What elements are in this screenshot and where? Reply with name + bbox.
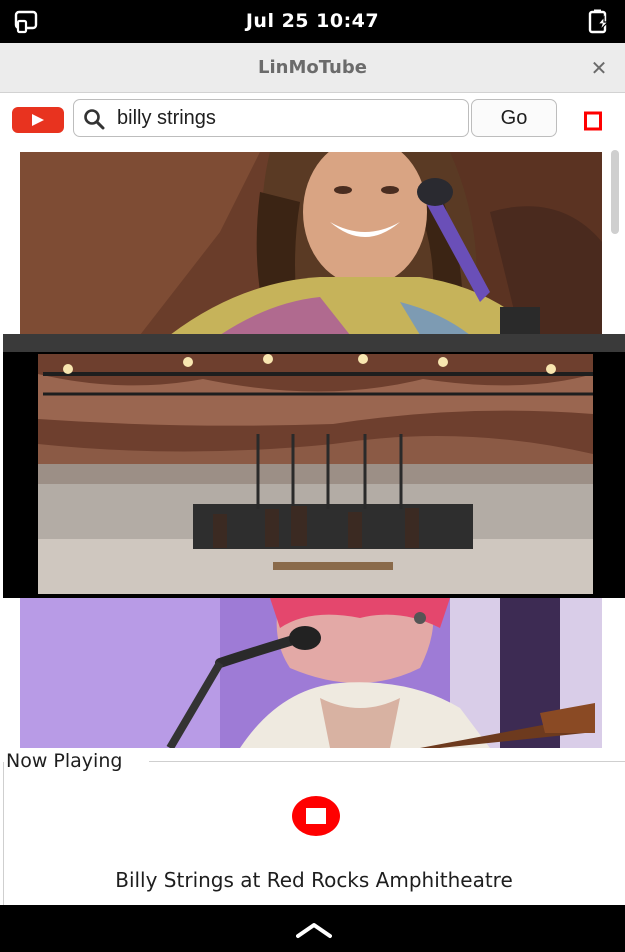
now-playing-label: Now Playing xyxy=(6,750,126,772)
chevron-up-icon[interactable] xyxy=(296,921,332,939)
video-thumbnail[interactable] xyxy=(3,334,625,598)
search-value: billy strings xyxy=(117,107,216,129)
now-playing-title: Billy Strings at Red Rocks Amphitheatre xyxy=(115,868,513,892)
video-thumbnail[interactable] xyxy=(20,152,602,335)
now-playing-divider xyxy=(149,761,625,762)
thumbnail-image xyxy=(3,334,625,598)
results-list xyxy=(0,148,625,748)
thumbnail-image xyxy=(20,152,602,335)
close-icon: ✕ xyxy=(590,56,608,80)
status-bar: Jul 25 10:47 xyxy=(0,0,625,43)
stop-icon[interactable] xyxy=(584,110,602,132)
search-toolbar: billy strings Go xyxy=(0,94,625,146)
now-playing-panel: Now Playing Billy Strings at Red Rocks A… xyxy=(3,750,625,905)
bottom-bar xyxy=(0,905,625,952)
scrollbar-thumb[interactable] xyxy=(611,150,619,234)
youtube-logo-icon xyxy=(12,107,64,133)
search-icon xyxy=(84,109,105,130)
search-input[interactable]: billy strings xyxy=(73,99,469,137)
go-button[interactable]: Go xyxy=(471,99,557,137)
close-button[interactable]: ✕ xyxy=(587,56,611,80)
window-title: LinMoTube xyxy=(258,57,367,78)
window-titlebar: LinMoTube ✕ xyxy=(0,43,625,93)
stop-icon[interactable] xyxy=(291,795,341,837)
results-scrollbar[interactable] xyxy=(609,148,621,748)
status-time: Jul 25 10:47 xyxy=(245,10,380,32)
battery-charging-icon xyxy=(588,9,610,34)
video-thumbnail[interactable] xyxy=(20,598,602,748)
thumbnail-image xyxy=(20,598,602,748)
